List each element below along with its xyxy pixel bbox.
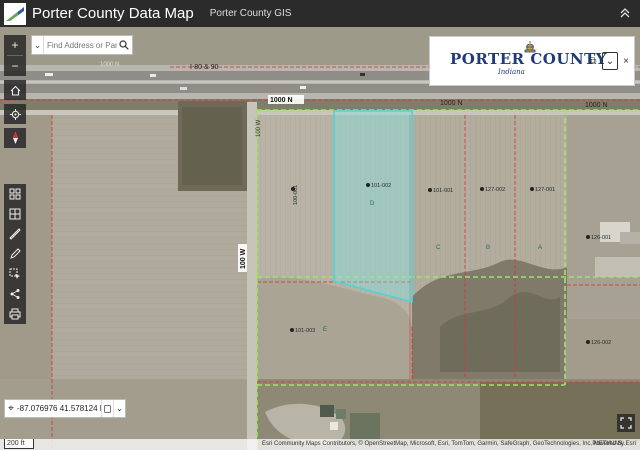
share-icon [10,289,20,299]
parcel-letter: D [370,201,375,207]
search-source-dropdown[interactable]: ⌄ [32,36,44,54]
parcel-label: 126-002 [591,340,611,346]
zoom-out-button[interactable]: − [4,56,26,76]
brand-panel: PORTER COUNTY Indiana ⧉ ⌄ × [429,36,635,86]
road-label-1000n-2: 1000 N [440,100,463,107]
zoom-in-button[interactable]: + [4,35,26,55]
coordinate-value: -87.076976 41.578124 Degr... [17,404,101,413]
nav-toolbar [4,80,26,100]
road-label-100w: 100 W [240,248,247,269]
draw-button[interactable] [4,244,26,264]
layers-icon [9,208,21,220]
app-logo-icon [4,2,26,25]
zoom-toolbar: + − [4,35,26,76]
select-icon [9,268,20,279]
basemap-button[interactable] [4,184,26,204]
parcel-letter: E [323,327,327,333]
fullscreen-button[interactable] [617,414,635,432]
locate-toolbar [4,104,26,124]
search-icon [119,40,129,50]
coordinate-format-dropdown[interactable]: ⌄ [113,400,125,417]
draw-icon [10,248,21,259]
print-button[interactable] [4,304,26,324]
minimize-button[interactable]: ⧉ [585,52,601,70]
parcel-label: 100-001 [293,185,299,205]
close-icon: × [623,55,629,67]
copy-coordinates-button[interactable] [101,400,113,417]
highway-label: I-80 & 90 [190,64,219,71]
parcel-letter: C [436,245,441,251]
parcel-label: 101-002 [371,183,391,189]
chevron-up-icon[interactable] [618,6,632,20]
locate-icon [9,108,21,120]
powered-by[interactable]: Powered by Esri [592,441,636,447]
fullscreen-icon [620,417,632,429]
app-header: Porter County Data Map Porter County GIS [0,0,640,27]
home-icon [10,85,20,96]
close-button[interactable]: × [618,52,634,70]
coordinate-display: ⌖ -87.076976 41.578124 Degr... ⌄ [4,399,126,418]
attribution-text: Esri Community Maps Contributors, © Open… [262,441,628,447]
attribution-bar: 200 ft Esri Community Maps Contributors,… [0,439,640,450]
app-title: Porter County Data Map [32,5,194,22]
map-view[interactable]: I-80 & 90 1000 N 1000 N 1000 N 1000 N 10… [0,27,640,450]
parcel-label: 101-001 [433,188,453,194]
parcel-label: 127-001 [535,187,555,193]
zoom-in-icon: + [11,38,19,52]
parcel-label: 126-001 [591,235,611,241]
dropdown-button[interactable]: ⌄ [602,52,618,70]
road-label-100w-2: 100 W [256,119,262,137]
compass-toolbar [4,128,26,148]
select-button[interactable] [4,264,26,284]
minimize-icon: ⧉ [589,55,597,67]
parcel-letter: B [486,245,490,251]
locate-button[interactable] [4,104,26,124]
compass-button[interactable] [4,128,26,148]
measure-icon [9,228,21,240]
home-button[interactable] [4,80,26,100]
brand-tagline: Indiana [498,68,525,76]
layers-button[interactable] [4,204,26,224]
search-button[interactable] [117,36,131,54]
crosshair-icon[interactable]: ⌖ [5,403,17,414]
road-label-1000n-4: 1000 N [100,62,119,68]
scale-bar: 200 ft [4,439,34,449]
measure-button[interactable] [4,224,26,244]
road-label-1000n: 1000 N [270,97,293,104]
zoom-out-icon: − [11,59,19,73]
search-input[interactable] [47,40,117,50]
chevron-down-icon: ⌄ [605,55,615,67]
parcel-label: 127-002 [485,187,505,193]
brand-name: PORTER COUNTY [450,50,607,68]
tools-toolbar [4,184,26,324]
share-button[interactable] [4,284,26,304]
parcel-letter: A [538,245,542,251]
road-label-1000n-3: 1000 N [585,102,608,109]
aerial-imagery: I-80 & 90 1000 N 1000 N 1000 N 1000 N 10… [0,27,640,450]
print-icon [9,308,21,320]
search-box: ⌄ [31,35,133,55]
parcel-label: 101-003 [295,328,315,334]
copy-icon [104,404,111,413]
compass-icon [12,132,18,144]
app-subtitle: Porter County GIS [209,8,292,19]
basemap-icon [9,188,21,200]
